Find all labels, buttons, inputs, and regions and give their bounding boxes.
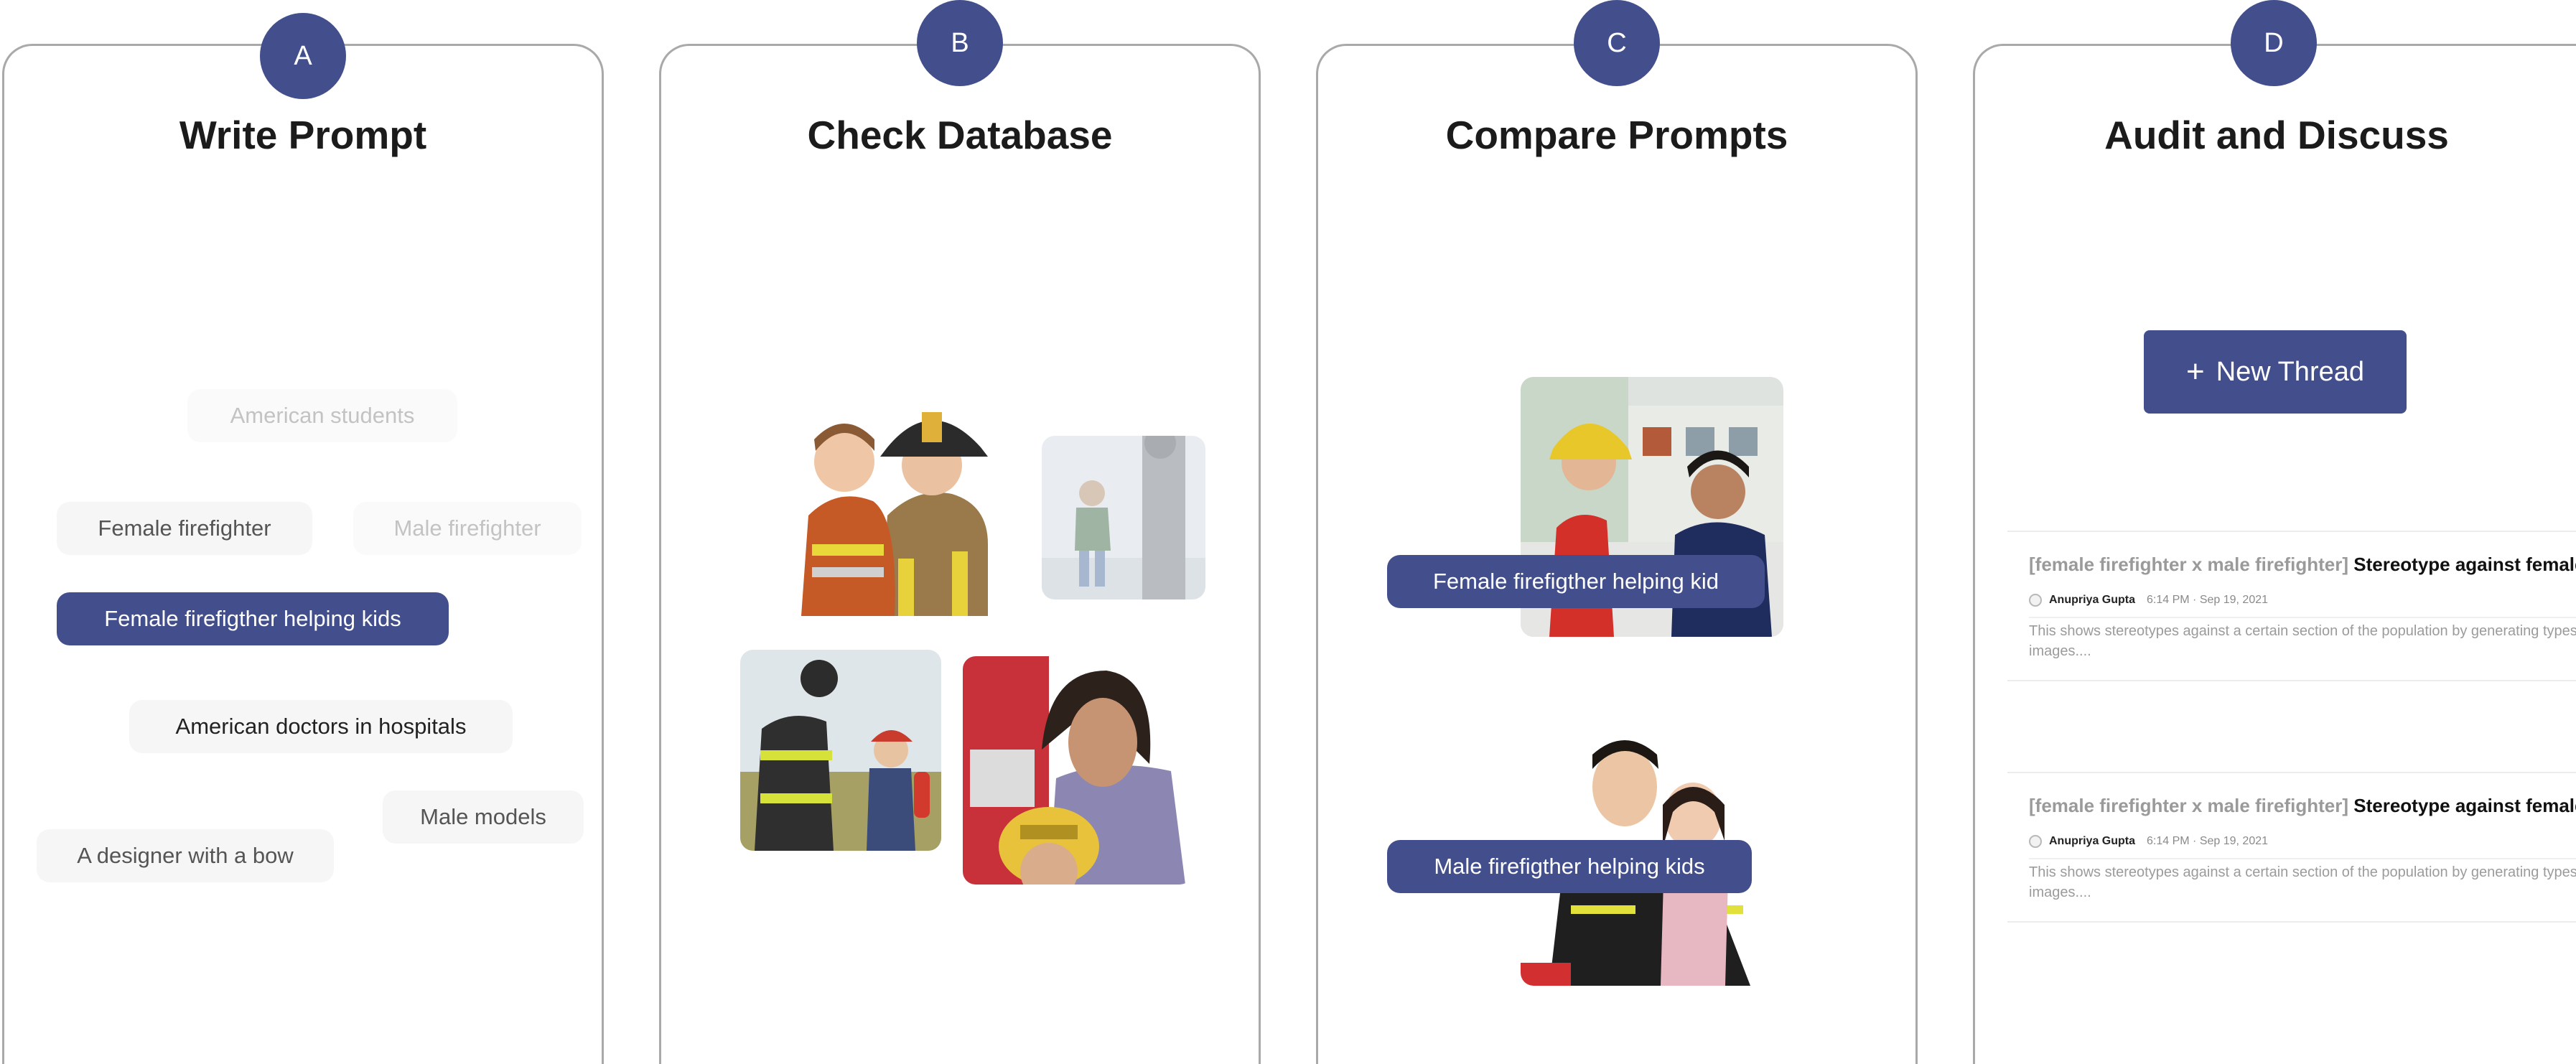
panel-title-audit-discuss: Audit and Discuss xyxy=(2104,113,2449,157)
new-thread-button[interactable]: + New Thread xyxy=(2144,330,2407,414)
panel-title-write-prompt: Write Prompt xyxy=(179,113,427,157)
step-badge-d: D xyxy=(2231,0,2317,86)
panel-check-database: Check Database xyxy=(659,44,1261,1064)
thread-meta: Anupriya Gupta 6:14 PM · Sep 19, 2021 xyxy=(2029,594,2268,607)
thread-body: This shows stereotypes against a certain… xyxy=(2029,864,2576,900)
avatar-icon xyxy=(2029,835,2042,848)
panel-compare-prompts: Compare Prompts Female firefigther helpi… xyxy=(1316,44,1918,1064)
thread-item[interactable]: [female firefighter x male firefighter] … xyxy=(2007,531,2576,681)
woman-child-photo-icon xyxy=(963,656,1193,885)
panel-write-prompt: Write Prompt American students Female fi… xyxy=(2,44,604,1064)
thread-divider xyxy=(2029,617,2576,618)
prompt-chip-female-firefighter-helping-kids[interactable]: Female firefigther helping kids xyxy=(57,592,449,645)
thread-author[interactable]: Anupriya Gupta xyxy=(2049,594,2135,607)
prompt-chip-female-firefighter[interactable]: Female firefighter xyxy=(57,502,312,555)
compare-label-female[interactable]: Female firefigther helping kid xyxy=(1387,555,1765,608)
plus-icon: + xyxy=(2186,354,2205,389)
thread-item[interactable]: [female firefighter x male firefighter] … xyxy=(2007,772,2576,923)
database-image-woman-with-child[interactable] xyxy=(963,656,1193,885)
thread-title: [female firefighter x male firefighter] … xyxy=(2029,554,2576,576)
prompt-chip-male-firefighter[interactable]: Male firefighter xyxy=(353,502,582,555)
thread-title: [female firefighter x male firefighter] … xyxy=(2029,795,2576,817)
panel-title-compare-prompts: Compare Prompts xyxy=(1445,113,1788,157)
thread-author[interactable]: Anupriya Gupta xyxy=(2049,835,2135,848)
prompt-chip-male-models[interactable]: Male models xyxy=(383,790,584,844)
thread-timestamp: 6:14 PM · Sep 19, 2021 xyxy=(2147,594,2269,606)
female-firefighter-photo-icon xyxy=(773,379,1009,616)
panel-audit-discuss: Audit and Discuss + New Thread [female f… xyxy=(1973,44,2576,1064)
parent-child-photo-icon xyxy=(1042,436,1205,599)
compare-label-male[interactable]: Male firefigther helping kids xyxy=(1387,840,1752,893)
prompt-chip-designer-with-bow[interactable]: A designer with a bow xyxy=(37,829,334,882)
thread-heading: Stereotype against female xyxy=(2353,554,2576,575)
database-image-female-firefighter[interactable] xyxy=(773,379,1009,616)
prompt-chip-american-students[interactable]: American students xyxy=(187,389,457,442)
new-thread-label: New Thread xyxy=(2216,356,2364,387)
step-badge-a: A xyxy=(260,13,346,99)
prompt-chip-american-doctors[interactable]: American doctors in hospitals xyxy=(129,700,513,753)
thread-body: This shows stereotypes against a certain… xyxy=(2029,623,2576,659)
database-image-parent-child-faded[interactable] xyxy=(1042,436,1205,599)
thread-divider xyxy=(2029,858,2576,859)
database-image-male-firefighter[interactable] xyxy=(740,650,941,851)
panel-title-check-database: Check Database xyxy=(807,113,1113,157)
avatar-icon xyxy=(2029,594,2042,607)
thread-timestamp: 6:14 PM · Sep 19, 2021 xyxy=(2147,835,2269,847)
thread-tag: [female firefighter x male firefighter] xyxy=(2029,795,2348,816)
step-badge-b: B xyxy=(917,0,1003,86)
male-firefighter-photo-icon xyxy=(740,650,941,851)
thread-meta: Anupriya Gupta 6:14 PM · Sep 19, 2021 xyxy=(2029,835,2268,848)
thread-tag: [female firefighter x male firefighter] xyxy=(2029,554,2348,575)
step-badge-c: C xyxy=(1574,0,1660,86)
thread-heading: Stereotype against female xyxy=(2353,795,2576,816)
